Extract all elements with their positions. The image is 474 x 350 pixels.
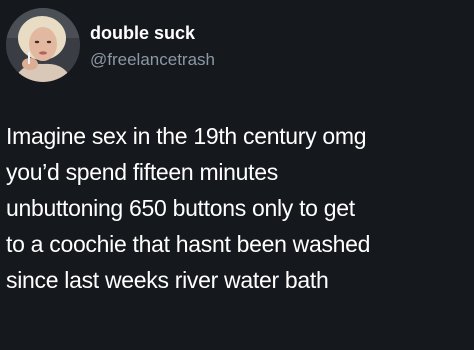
tweet-text-line: Imagine sex in the 19th century omg [6, 123, 367, 149]
tweet-text-line: to a coochie that hasnt been washed [6, 231, 371, 257]
tweet-text-line: since last weeks river water bath [6, 267, 329, 293]
avatar[interactable] [6, 8, 80, 82]
tweet-text-line: you’d spend fifteen minutes [6, 159, 278, 185]
tweet-text: Imagine sex in the 19th century omg you’… [6, 118, 472, 298]
author-name[interactable]: double suck [90, 22, 195, 44]
tweet-text-line: unbuttoning 650 buttons only to get [6, 195, 355, 221]
tweet-card: double suck @freelancetrash Imagine sex … [0, 0, 474, 350]
avatar-photo-icon [6, 8, 80, 82]
author-handle[interactable]: @freelancetrash [90, 50, 215, 70]
